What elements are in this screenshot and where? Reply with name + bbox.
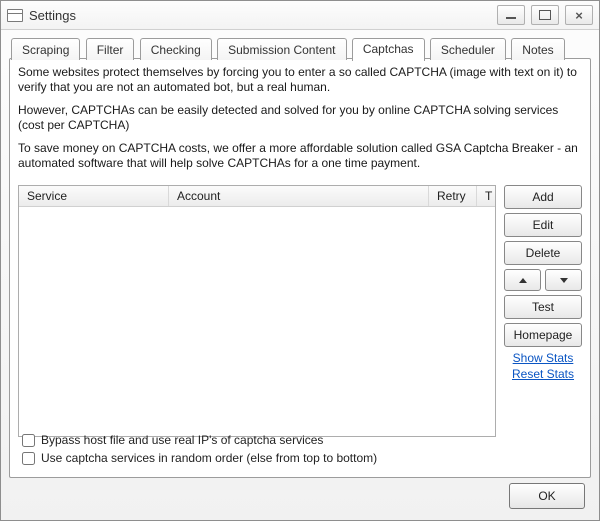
captchas-checkboxes: Bypass host file and use real IP's of ca… — [22, 431, 578, 467]
move-buttons-row — [504, 269, 582, 291]
table-body-empty — [19, 207, 495, 436]
homepage-button[interactable]: Homepage — [504, 323, 582, 347]
tab-scheduler[interactable]: Scheduler — [430, 38, 506, 60]
captchas-content-row: Service Account Retry T Add Edit Delete — [18, 185, 582, 437]
captchas-para2: However, CAPTCHAs can be easily detected… — [18, 103, 582, 133]
tab-captchas[interactable]: Captchas — [352, 38, 425, 61]
minimize-button[interactable] — [497, 5, 525, 25]
random-order-checkbox-row[interactable]: Use captcha services in random order (el… — [22, 449, 578, 467]
maximize-icon — [539, 10, 551, 20]
col-retry[interactable]: Retry — [429, 186, 477, 206]
captchas-panel: Some websites protect themselves by forc… — [16, 65, 584, 471]
table-header: Service Account Retry T — [19, 186, 495, 207]
titlebar: Settings × — [1, 1, 599, 30]
bypass-host-checkbox-row[interactable]: Bypass host file and use real IP's of ca… — [22, 431, 578, 449]
col-service[interactable]: Service — [19, 186, 169, 206]
ok-button[interactable]: OK — [509, 483, 585, 509]
col-account[interactable]: Account — [169, 186, 429, 206]
edit-button[interactable]: Edit — [504, 213, 582, 237]
close-icon: × — [575, 9, 583, 22]
show-stats-link[interactable]: Show Stats — [504, 351, 582, 365]
captchas-para3: To save money on CAPTCHA costs, we offer… — [18, 141, 582, 171]
tab-checking[interactable]: Checking — [140, 38, 212, 60]
add-button[interactable]: Add — [504, 185, 582, 209]
random-order-label: Use captcha services in random order (el… — [41, 451, 377, 465]
move-up-button[interactable] — [504, 269, 541, 291]
window-title: Settings — [29, 8, 497, 23]
mail-icon — [7, 9, 23, 22]
tab-strip: Scraping Filter Checking Submission Cont… — [11, 37, 591, 59]
client-area: Scraping Filter Checking Submission Cont… — [5, 29, 595, 516]
captchas-description: Some websites protect themselves by forc… — [18, 65, 582, 171]
tab-filter[interactable]: Filter — [86, 38, 135, 60]
tab-scraping[interactable]: Scraping — [11, 38, 80, 60]
bypass-host-checkbox[interactable] — [22, 434, 35, 447]
maximize-button[interactable] — [531, 5, 559, 25]
close-button[interactable]: × — [565, 5, 593, 25]
delete-button[interactable]: Delete — [504, 241, 582, 265]
test-button[interactable]: Test — [504, 295, 582, 319]
tab-notes[interactable]: Notes — [511, 38, 564, 60]
random-order-checkbox[interactable] — [22, 452, 35, 465]
dialog-footer: OK — [9, 480, 591, 512]
arrow-up-icon — [519, 278, 527, 283]
minimize-icon — [506, 17, 516, 19]
arrow-down-icon — [560, 278, 568, 283]
captchas-para1: Some websites protect themselves by forc… — [18, 65, 582, 95]
captcha-services-table[interactable]: Service Account Retry T — [18, 185, 496, 437]
move-down-button[interactable] — [545, 269, 582, 291]
captchas-side-buttons: Add Edit Delete Test Homepage Show Stats… — [504, 185, 582, 437]
tab-submission-content[interactable]: Submission Content — [217, 38, 346, 60]
window-controls: × — [497, 5, 593, 25]
tab-page-captchas: Some websites protect themselves by forc… — [9, 58, 591, 478]
col-t[interactable]: T — [477, 186, 495, 206]
bypass-host-label: Bypass host file and use real IP's of ca… — [41, 433, 323, 447]
settings-window: Settings × Scraping Filter Checking Subm… — [0, 0, 600, 521]
reset-stats-link[interactable]: Reset Stats — [504, 367, 582, 381]
